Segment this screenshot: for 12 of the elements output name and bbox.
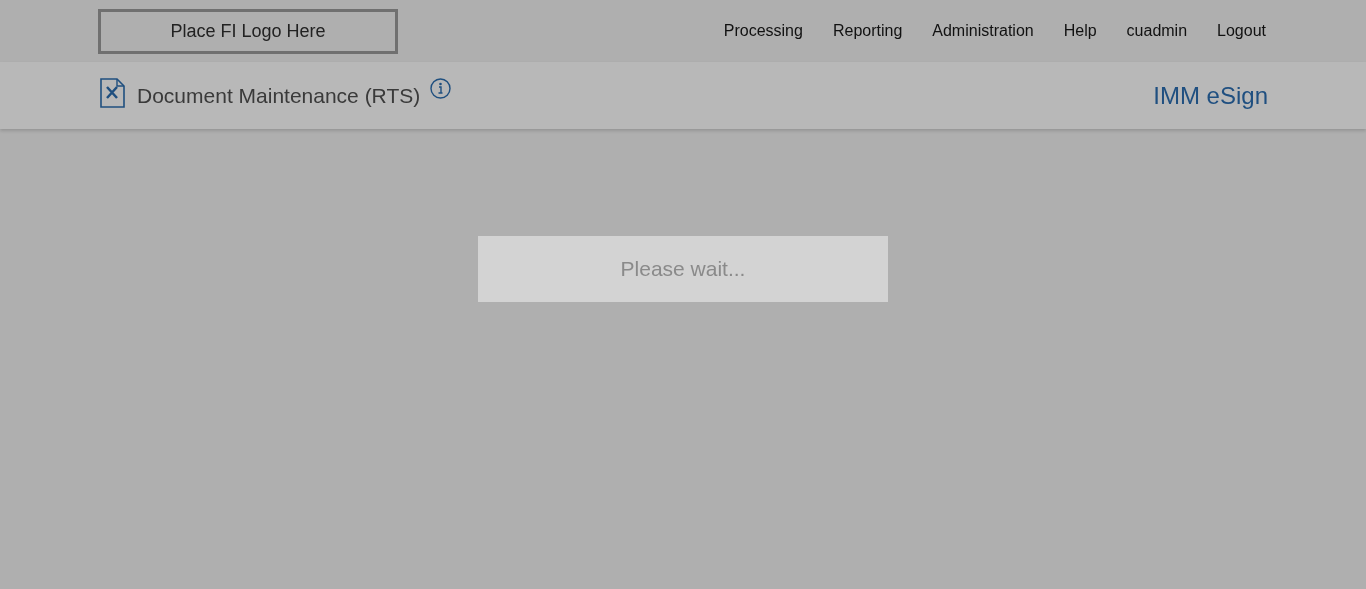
logo-text: Place FI Logo Here (170, 19, 326, 43)
loading-dialog: Please wait... (478, 236, 888, 302)
nav-link[interactable]: Logout (1217, 19, 1266, 43)
document-tools-icon (100, 77, 125, 108)
info-icon[interactable] (430, 78, 452, 99)
nav-link[interactable]: Help (1063, 19, 1097, 43)
nav-link[interactable]: Reporting (832, 19, 903, 43)
nav-link[interactable]: cuadmin (1126, 19, 1188, 43)
nav-link[interactable]: Processing (723, 19, 803, 43)
product-name: IMM eSign (1153, 80, 1268, 111)
nav-link[interactable]: Administration (932, 19, 1034, 43)
page-title: Document Maintenance (RTS) (137, 82, 421, 109)
